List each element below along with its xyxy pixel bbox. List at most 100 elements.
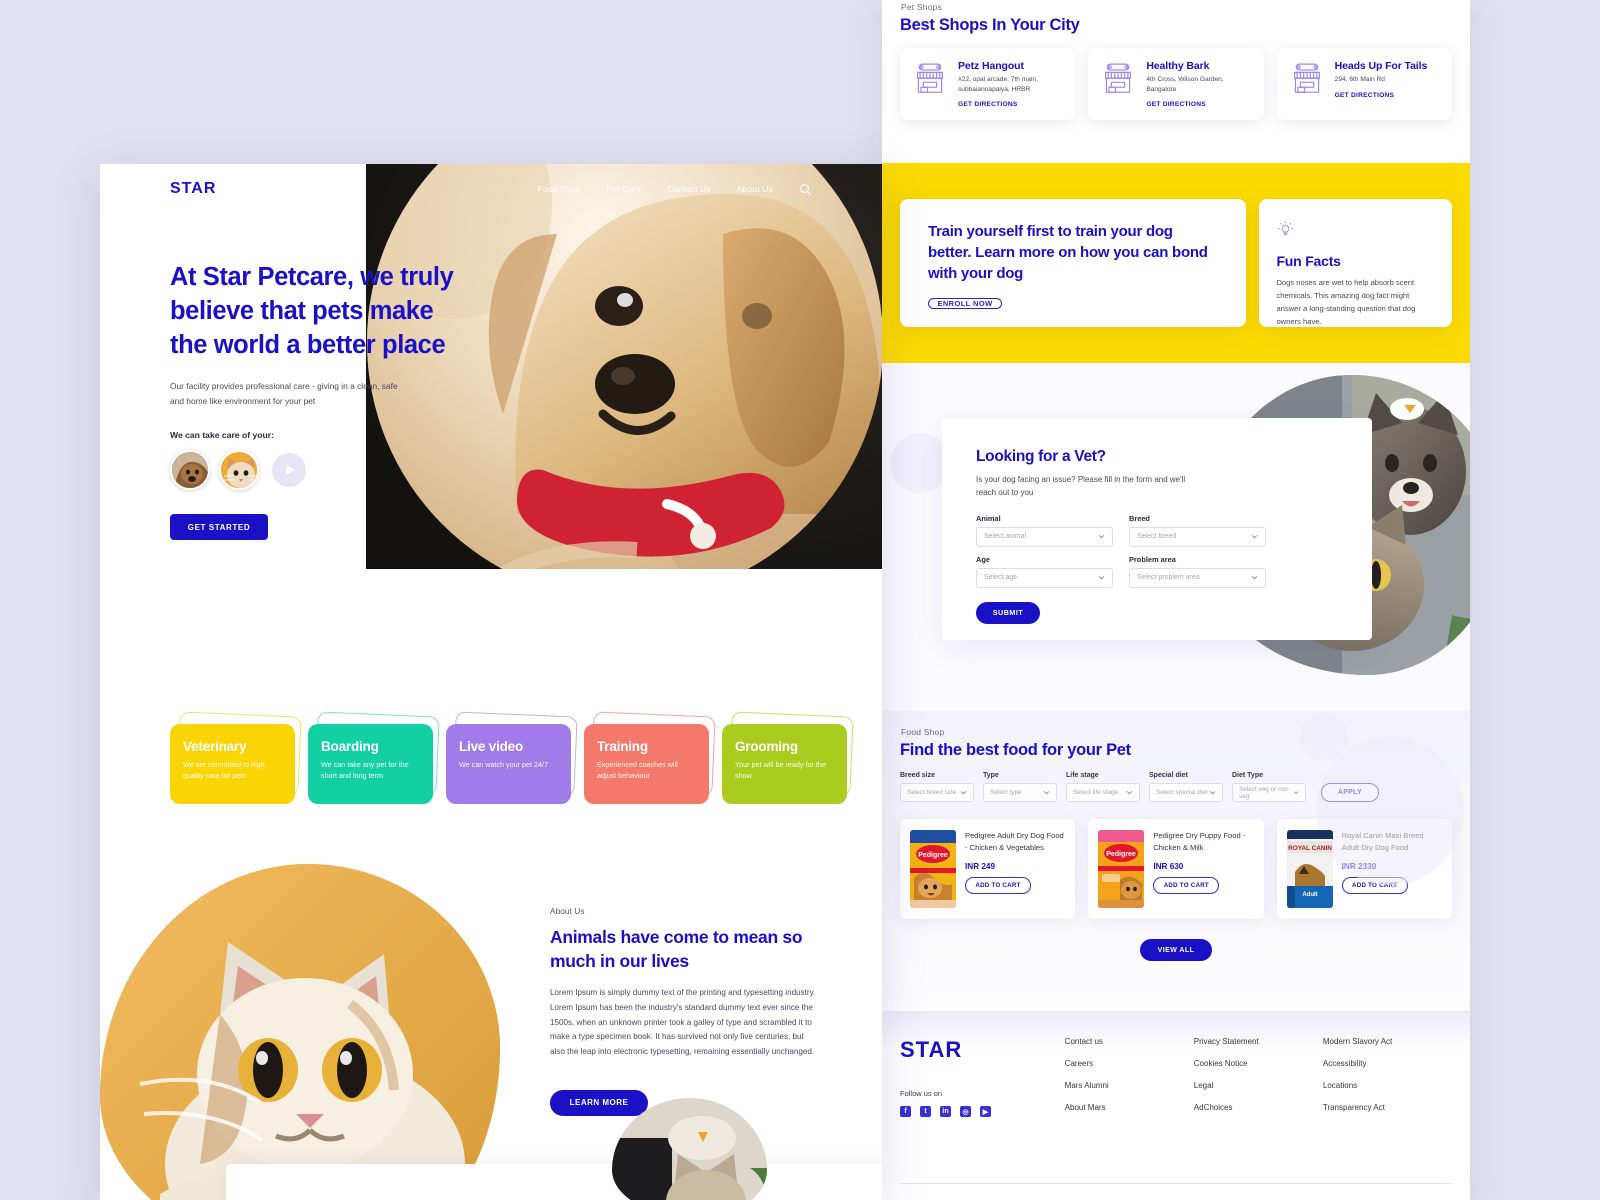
search-icon[interactable] [799,183,812,196]
filter-type: Type Select type [983,772,1057,802]
service-title: Boarding [321,739,379,754]
select-value: Select breed size [907,789,957,796]
svg-text:ROYAL CANIN: ROYAL CANIN [1288,845,1332,852]
training-band: Train yourself first to train your dog b… [882,163,1470,363]
service-card-live-video[interactable]: Live video We can watch your pet 24/7 [446,711,578,804]
breed-select[interactable]: Select breed [1129,526,1266,547]
product-image: Pedigree [1098,830,1145,908]
shop-name: Healthy Bark [1146,60,1210,72]
vet-form-title: Looking for a Vet? [976,448,1106,465]
nav-link-food-shop[interactable]: Food Shop [538,184,581,194]
filter-label: Breed size [900,772,936,779]
svg-text:Pedigree: Pedigree [1107,851,1137,858]
footer-link[interactable]: Privacy Statement [1194,1037,1323,1046]
get-directions-link[interactable]: GET DIRECTIONS [1146,101,1252,108]
shop-card[interactable]: Heads Up For Tails 294, 6th Main Rd GET … [1276,48,1452,121]
pedigree-puppy-bag-image: Pedigree [1098,830,1145,908]
twitter-icon[interactable]: t [920,1106,931,1117]
footer-link[interactable]: Contact us [1065,1037,1194,1046]
nav-link-contact-us[interactable]: Contact Us [667,184,711,194]
service-card-veterinary[interactable]: Veterinary We are committed to high qual… [170,711,302,804]
learn-more-button[interactable]: LEARN MORE [550,1089,648,1116]
footer-link[interactable]: Cookies Notice [1194,1059,1323,1068]
product-card[interactable]: Pedigree Pedigree Dry Puppy Food - Chick… [1088,819,1264,919]
chevron-down-icon [960,791,967,795]
product-card[interactable]: Pedigree Pedigree Adult Dry Dog Food - C… [900,819,1076,919]
special-diet-select[interactable]: Select special diet [1149,783,1223,802]
fun-facts-body: Dogs noses are wet to help absorb scent … [1276,278,1416,327]
product-name: Pedigree Adult Dry Dog Food - Chicken & … [965,831,1064,852]
shop-card[interactable]: Petz Hangout #22, opal arcade, 7th main,… [900,48,1076,121]
get-directions-link[interactable]: GET DIRECTIONS [1335,92,1428,99]
service-desc: We can watch your pet 24/7 [459,760,548,769]
about-eyebrow: About Us [550,906,585,916]
vet-form-subtitle: Is your dog facing an issue? Please fill… [976,475,1186,497]
shop-card[interactable]: Healthy Bark 4th Cross, Wilson Garden, B… [1088,48,1264,121]
chevron-down-icon [1126,791,1133,795]
care-label: We can take care of your: [170,430,274,441]
footer-link[interactable]: Modern Slavory Act [1323,1037,1452,1046]
life-stage-select[interactable]: Select life stage [1066,783,1140,802]
nav-link-pet-care[interactable]: Pet Care [607,184,642,194]
footer-link[interactable]: Transparency Act [1323,1103,1452,1112]
service-title: Veterinary [183,739,247,754]
add-to-cart-button[interactable]: ADD TO CART [965,876,1031,894]
view-all-wrap: VIEW ALL [900,939,1452,961]
bottom-card-placeholder [226,1164,882,1200]
get-directions-link[interactable]: GET DIRECTIONS [958,101,1064,108]
service-card-body[interactable]: Live video We can watch your pet 24/7 [446,724,571,804]
type-select[interactable]: Select type [983,783,1057,802]
age-select[interactable]: Select age [976,567,1113,588]
footer-link[interactable]: About Mars [1065,1103,1194,1112]
chevron-down-icon [1251,576,1258,580]
select-value: Select type [990,789,1022,796]
facebook-icon[interactable]: f [900,1106,911,1117]
site-logo[interactable]: STAR [170,180,216,198]
avatar-dog[interactable] [170,450,210,491]
product-price: INR 630 [1153,861,1184,871]
royal-canin-bag-image: ROYAL CANIN Adult [1286,830,1333,908]
submit-button[interactable]: SUBMIT [976,601,1040,624]
service-desc: We are committed to high quality care fo… [183,760,265,780]
service-card-boarding[interactable]: Boarding We can take any pet for the sho… [308,711,440,804]
top-navigation: STAR Food Shop Pet Care Contact Us About… [100,164,882,214]
social-links: f t in ◎ ▶ [900,1106,1065,1117]
get-started-button[interactable]: GET STARTED [170,514,268,541]
breed-size-select[interactable]: Select breed size [900,783,974,802]
nav-link-about-us[interactable]: About Us [737,184,773,194]
footer-link[interactable]: Accessibility [1323,1059,1452,1068]
avatar-cat[interactable] [219,450,259,491]
footer-link[interactable]: Locations [1323,1081,1452,1090]
footer-link[interactable]: Careers [1065,1059,1194,1068]
select-value: Select breed [1137,533,1177,541]
service-card-body[interactable]: Boarding We can take any pet for the sho… [308,724,433,804]
about-heading: Animals have come to mean so much in our… [550,927,803,972]
hero-copy: At Star Petcare, we truly believe that p… [170,260,500,541]
animal-select[interactable]: Select animal [976,526,1113,547]
footer-link[interactable]: Mars Alumni [1065,1081,1194,1090]
service-card-body[interactable]: Grooming Your pet will be ready for the … [722,724,847,804]
footer-link[interactable]: AdChoices [1194,1103,1323,1112]
service-card-grooming[interactable]: Grooming Your pet will be ready for the … [722,711,854,804]
vet-section: Looking for a Vet? Is your dog facing an… [882,363,1470,711]
play-video-button[interactable] [272,453,306,488]
enroll-now-button[interactable]: ENROLL NOW [928,298,1002,310]
service-card-body[interactable]: Training Experienced coaches will adjust… [584,724,709,804]
service-card-body[interactable]: Veterinary We are committed to high qual… [170,724,295,804]
service-cards: Veterinary We are committed to high qual… [170,711,854,804]
pet-shops-title: Best Shops In Your City [900,16,1080,34]
service-card-training[interactable]: Training Experienced coaches will adjust… [584,711,716,804]
add-to-cart-button[interactable]: ADD TO CART [1153,876,1220,894]
footer-link[interactable]: Legal [1194,1081,1323,1090]
linkedin-icon[interactable]: in [940,1106,951,1117]
instagram-icon[interactable]: ◎ [960,1106,971,1117]
storefront-icon [1099,60,1137,108]
vet-form-fields: Animal Select animal Breed Select breed [976,514,1266,588]
youtube-icon[interactable]: ▶ [980,1106,991,1117]
select-value: Select animal [984,533,1027,541]
problem-area-select[interactable]: Select problem area [1129,567,1266,588]
view-all-button[interactable]: VIEW ALL [1140,939,1212,961]
field-label: Animal [976,513,1001,523]
select-value: Select special diet [1156,789,1208,796]
food-shop-section: Food Shop Find the best food for your Pe… [882,711,1470,1011]
